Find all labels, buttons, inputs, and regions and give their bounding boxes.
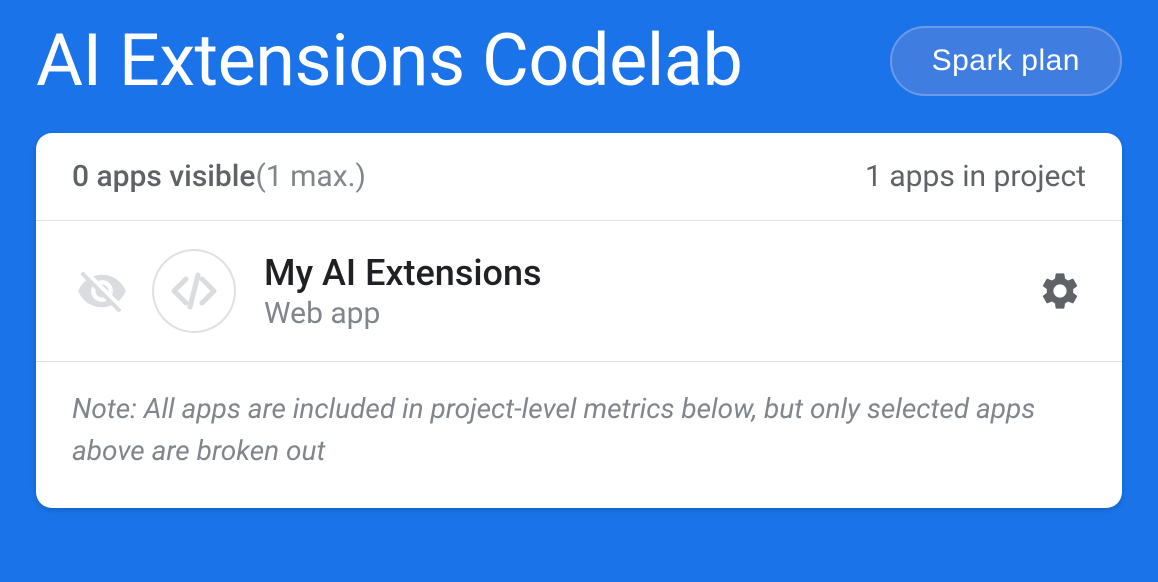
note-text: Note: All apps are included in project-l… (72, 388, 1086, 472)
visible-count: 0 apps visible (72, 159, 256, 194)
gear-icon (1038, 269, 1082, 313)
platform-badge (152, 249, 236, 333)
settings-button[interactable] (1034, 265, 1086, 317)
card-header: 0 apps visible(1 max.) 1 apps in project (36, 133, 1122, 221)
app-row: My AI Extensions Web app (36, 221, 1122, 362)
app-type: Web app (264, 296, 1034, 331)
header: AI Extensions Codelab Spark plan (0, 0, 1158, 133)
apps-card: 0 apps visible(1 max.) 1 apps in project… (36, 133, 1122, 508)
visibility-toggle-icon[interactable] (72, 261, 132, 321)
app-name: My AI Extensions (264, 252, 1034, 294)
page-title: AI Extensions Codelab (36, 18, 742, 103)
code-icon (170, 267, 218, 315)
visible-apps-label: 0 apps visible(1 max.) (72, 159, 366, 194)
visible-max: (1 max.) (256, 159, 366, 194)
project-apps-count: 1 apps in project (865, 159, 1086, 194)
plan-badge-button[interactable]: Spark plan (890, 26, 1122, 96)
app-info: My AI Extensions Web app (264, 252, 1034, 331)
page-container: AI Extensions Codelab Spark plan 0 apps … (0, 0, 1158, 508)
note-section: Note: All apps are included in project-l… (36, 362, 1122, 508)
